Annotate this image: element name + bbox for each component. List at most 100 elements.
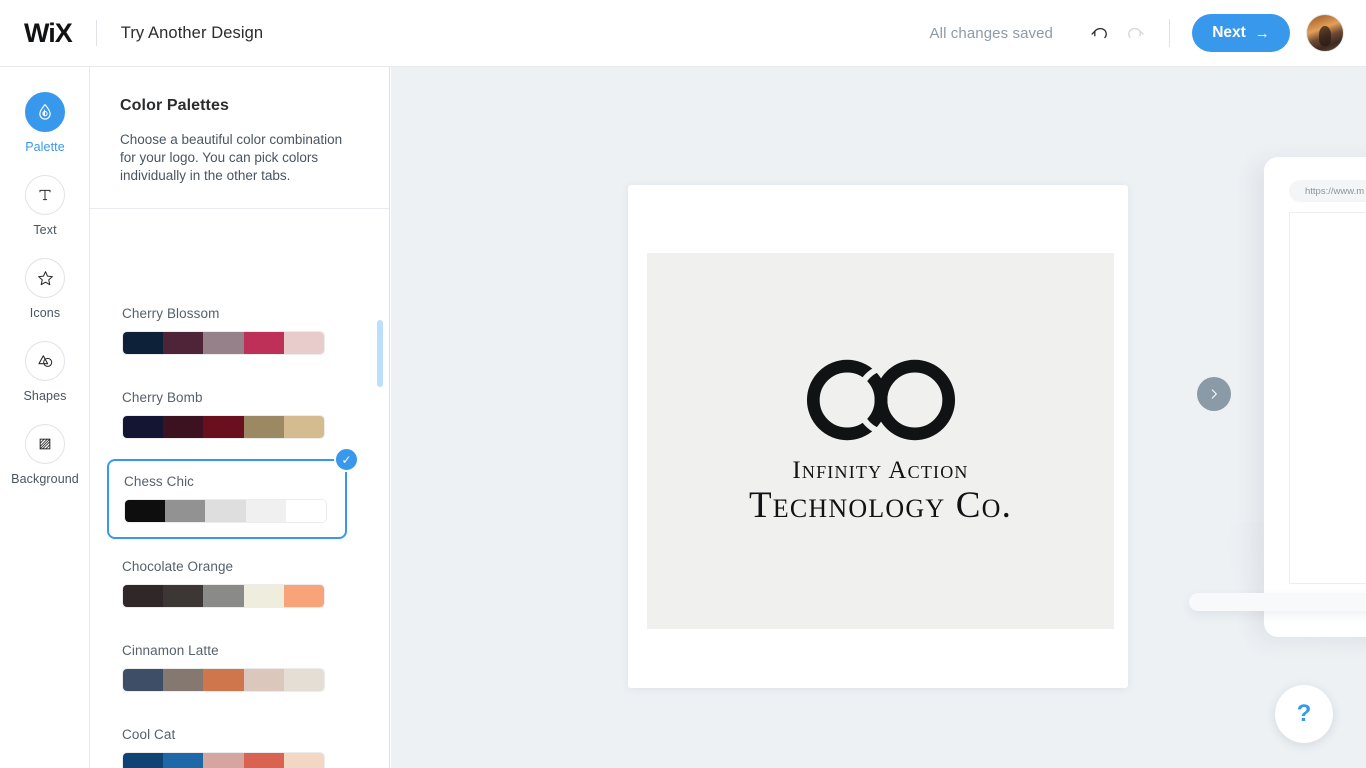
palette-swatch[interactable] xyxy=(203,585,244,607)
sidebar-label-background: Background xyxy=(11,472,79,486)
chevron-right-icon xyxy=(1211,389,1217,399)
arrow-right-icon: → xyxy=(1254,24,1270,42)
sidebar-label-icons: Icons xyxy=(29,306,61,320)
logo-preview-area: Infinity Action Technology Co. xyxy=(647,253,1114,629)
help-button[interactable]: ? xyxy=(1275,685,1333,743)
device-url-bar: https://www.m xyxy=(1289,180,1366,202)
palette-icon-circle xyxy=(25,92,65,132)
save-status: All changes saved xyxy=(929,24,1053,42)
palette-swatch-row[interactable] xyxy=(122,584,325,608)
shapes-icon-circle xyxy=(25,341,65,381)
palette-swatch-row[interactable] xyxy=(122,752,325,768)
next-button[interactable]: Next → xyxy=(1192,14,1290,52)
palette-swatch[interactable] xyxy=(123,416,164,438)
sidebar-label-text: Text xyxy=(33,223,57,237)
infinity-rings-icon xyxy=(806,359,955,440)
left-rail: Palette Text Icons Shapes Background xyxy=(0,67,90,768)
palette-item[interactable]: Cherry Blossom xyxy=(121,305,361,356)
palette-swatch[interactable] xyxy=(163,669,204,691)
palette-item[interactable]: Chess Chic ✓ xyxy=(107,447,359,539)
palette-name: Chocolate Orange xyxy=(122,559,234,574)
palette-name: Cool Cat xyxy=(122,727,176,742)
palette-swatch[interactable] xyxy=(243,753,284,768)
text-t-icon xyxy=(39,189,51,201)
logo-text-line-2: Technology Co. xyxy=(748,484,1013,526)
palette-swatch-row[interactable] xyxy=(122,331,325,355)
sidebar-item-background[interactable]: Background xyxy=(0,424,90,506)
avatar[interactable] xyxy=(1306,14,1344,52)
palette-item[interactable]: Cinnamon Latte xyxy=(121,642,361,693)
palette-swatch[interactable] xyxy=(123,669,164,691)
palette-swatch[interactable] xyxy=(283,416,324,438)
palette-swatch[interactable] xyxy=(163,753,204,768)
palette-swatch[interactable] xyxy=(283,669,324,691)
wix-logo[interactable]: WiX xyxy=(24,19,73,47)
color-palettes-panel: Color Palettes Choose a beautiful color … xyxy=(90,67,390,768)
hatch-square-icon xyxy=(39,438,51,450)
palette-swatch[interactable] xyxy=(245,500,286,522)
top-bar: WiX Try Another Design All changes saved… xyxy=(0,0,1366,67)
page-title: Try Another Design xyxy=(120,23,264,42)
palette-swatch[interactable] xyxy=(123,585,164,607)
icons-icon-circle xyxy=(25,258,65,298)
sidebar-item-text[interactable]: Text xyxy=(0,175,90,257)
topbar-divider xyxy=(95,20,97,46)
device-mockup: https://www.m xyxy=(1264,157,1366,637)
next-button-label: Next xyxy=(1212,24,1246,41)
palette-swatch-row[interactable] xyxy=(122,415,325,439)
palette-name: Cherry Bomb xyxy=(122,390,203,405)
palette-swatch[interactable] xyxy=(285,500,326,522)
sidebar-label-palette: Palette xyxy=(25,140,65,154)
sidebar-label-shapes: Shapes xyxy=(23,389,67,403)
palette-swatch-row[interactable] xyxy=(122,668,325,692)
text-icon-circle xyxy=(25,175,65,215)
background-icon-circle xyxy=(25,424,65,464)
palette-swatch[interactable] xyxy=(123,332,164,354)
undo-button[interactable] xyxy=(1083,16,1117,50)
undo-icon xyxy=(1090,27,1107,38)
panel-title: Color Palettes xyxy=(120,97,229,114)
palette-swatch[interactable] xyxy=(243,416,284,438)
redo-button xyxy=(1117,16,1151,50)
droplet-icon xyxy=(39,103,51,120)
star-icon xyxy=(37,270,53,285)
palette-item[interactable]: Cool Cat xyxy=(121,726,361,768)
palette-swatch[interactable] xyxy=(163,416,204,438)
palette-swatch[interactable] xyxy=(203,753,244,768)
palette-swatch[interactable] xyxy=(163,585,204,607)
sidebar-item-icons[interactable]: Icons xyxy=(0,258,90,340)
panel-description: Choose a beautiful color combination for… xyxy=(120,132,343,183)
palette-swatch[interactable] xyxy=(125,500,166,522)
device-screen xyxy=(1289,212,1366,584)
palette-swatch-row[interactable] xyxy=(124,499,327,523)
palette-swatch[interactable] xyxy=(205,500,246,522)
palette-swatch[interactable] xyxy=(243,669,284,691)
palette-item[interactable]: Cherry Bomb xyxy=(121,389,361,440)
palette-swatch[interactable] xyxy=(203,669,244,691)
redo-icon xyxy=(1127,27,1144,38)
palette-swatch[interactable] xyxy=(243,332,284,354)
actions-divider xyxy=(1169,19,1170,47)
logo-text-line-1: Infinity Action xyxy=(792,456,969,484)
palette-list[interactable]: Cherry Blossom Cherry Bomb Chess Chic ✓ Choc… xyxy=(90,283,389,768)
palette-swatch[interactable] xyxy=(243,585,284,607)
next-preview-button[interactable] xyxy=(1197,377,1231,411)
palette-swatch[interactable] xyxy=(283,332,324,354)
palette-list-scrollbar[interactable] xyxy=(377,320,383,387)
palette-name: Chess Chic xyxy=(124,474,195,489)
palette-swatch[interactable] xyxy=(283,585,324,607)
palette-swatch[interactable] xyxy=(283,753,324,768)
panel-separator xyxy=(90,208,389,209)
top-bar-actions: All changes saved Next → xyxy=(930,0,1366,66)
sidebar-item-shapes[interactable]: Shapes xyxy=(0,341,90,423)
palette-swatch[interactable] xyxy=(203,332,244,354)
palette-swatch[interactable] xyxy=(203,416,244,438)
selected-check-badge: ✓ xyxy=(334,447,359,472)
sidebar-item-palette[interactable]: Palette xyxy=(0,92,90,174)
palette-swatch[interactable] xyxy=(163,332,204,354)
palette-swatch[interactable] xyxy=(123,753,164,768)
palette-item[interactable]: Chocolate Orange xyxy=(121,558,361,609)
palette-swatch[interactable] xyxy=(165,500,206,522)
logo-preview-card[interactable]: Infinity Action Technology Co. xyxy=(628,185,1128,688)
preview-canvas: https://www.m Infinity Action Technology… xyxy=(391,67,1366,768)
